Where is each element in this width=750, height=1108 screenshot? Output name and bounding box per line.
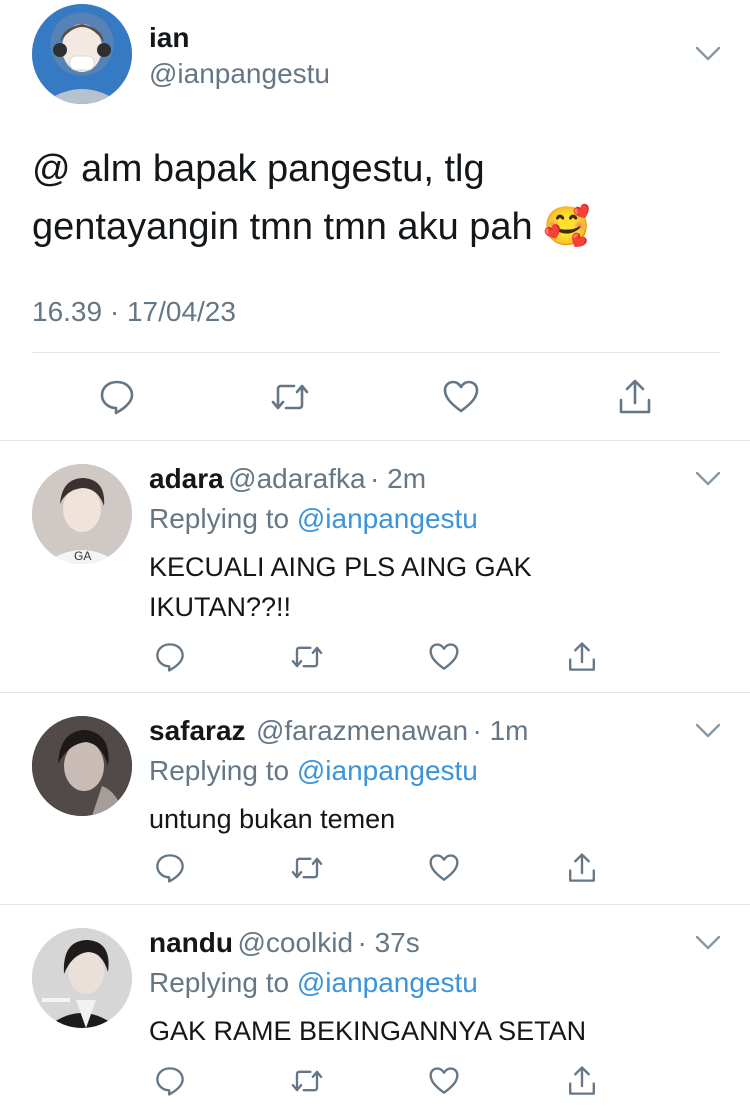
share-icon [566,1065,598,1097]
user-name[interactable]: safaraz [149,715,246,746]
timestamp-divider [32,352,720,353]
reply-text-line: KECUALI AING PLS AING GAK [149,552,532,582]
retweet-icon [290,1066,324,1096]
share-button[interactable] [562,1061,602,1101]
reply-text-line: GAK RAME BEKINGANNYA SETAN [149,1016,587,1046]
like-icon [428,1066,460,1096]
reply-icon [154,641,186,673]
tweet-text-line: gentayangin tmn tmn aku pah 🥰 [32,206,591,248]
like-icon [428,642,460,672]
chevron-down-icon[interactable] [694,44,722,64]
reply-time: · 2m [370,463,427,494]
mention-link[interactable]: @ianpangestu [297,503,478,534]
user-handle[interactable]: @farazmenawan [256,715,468,746]
mention-link[interactable]: @ianpangestu [297,755,478,786]
replying-to: Replying to @ianpangestu [149,967,478,998]
reply-button[interactable] [97,377,137,417]
share-icon [616,378,654,416]
retweet-button[interactable] [287,848,327,888]
reply-text: GAK RAME BEKINGANNYA SETAN [149,1011,586,1051]
tweet-text: @ alm bapak pangestu, tlg gentayangin tm… [32,140,591,256]
retweet-button[interactable] [287,637,327,677]
chevron-down-icon[interactable] [694,469,722,489]
reply-time: · 37s [357,927,420,958]
like-button[interactable] [424,848,464,888]
like-button[interactable] [424,637,464,677]
tweet-timestamp[interactable]: 16.39 · 17/04/23 [32,296,236,328]
share-button[interactable] [562,637,602,677]
retweet-button[interactable] [270,377,310,417]
reply-button[interactable] [150,637,190,677]
avatar[interactable] [32,4,132,104]
reply-tweet[interactable]: GA adara @adarafka · 2m Replying to @ian… [0,441,750,691]
replying-to: Replying to @ianpangestu [149,503,478,534]
reply-text: untung bukan temen [149,799,395,839]
reply-header: adara @adarafka · 2m [149,463,426,495]
reply-icon [154,852,186,884]
retweet-button[interactable] [287,1061,327,1101]
share-button[interactable] [615,377,655,417]
user-name[interactable]: ian [149,22,189,54]
reply-text-line: untung bukan temen [149,804,396,834]
like-icon [442,379,480,415]
avatar[interactable] [32,928,132,1028]
smiling-face-with-hearts-emoji: 🥰 [543,206,591,248]
retweet-icon [270,379,310,415]
replying-to: Replying to @ianpangestu [149,755,478,786]
share-icon [566,852,598,884]
like-button[interactable] [441,377,481,417]
reply-button[interactable] [150,848,190,888]
retweet-icon [290,853,324,883]
reply-icon [154,1065,186,1097]
chevron-down-icon[interactable] [694,933,722,953]
tweet-text-line: @ alm bapak pangestu, tlg [32,148,485,190]
user-handle[interactable]: @coolkid [237,927,353,958]
main-tweet: ian @ianpangestu @ alm bapak pangestu, t… [0,0,750,440]
reply-header: nandu @coolkid · 37s [149,927,420,959]
user-name[interactable]: adara [149,463,224,494]
reply-text: KECUALI AING PLS AING GAK IKUTAN??!! [149,547,532,627]
like-icon [428,853,460,883]
reply-tweet[interactable]: nandu @coolkid · 37s Replying to @ianpan… [0,905,750,1108]
chevron-down-icon[interactable] [694,721,722,741]
share-icon [566,641,598,673]
reply-button[interactable] [150,1061,190,1101]
svg-text:GA: GA [74,549,91,563]
reply-icon [98,378,136,416]
reply-text-line: IKUTAN??!! [149,592,292,622]
user-name[interactable]: nandu [149,927,233,958]
retweet-icon [290,642,324,672]
reply-tweet[interactable]: safaraz @farazmenawan · 1m Replying to @… [0,693,750,903]
reply-header: safaraz @farazmenawan · 1m [149,715,529,747]
reply-time: · 1m [472,715,529,746]
user-handle[interactable]: @ianpangestu [149,58,330,90]
user-handle[interactable]: @adarafka [228,463,365,494]
like-button[interactable] [424,1061,464,1101]
mention-link[interactable]: @ianpangestu [297,967,478,998]
avatar[interactable]: GA [32,464,132,564]
share-button[interactable] [562,848,602,888]
avatar[interactable] [32,716,132,816]
